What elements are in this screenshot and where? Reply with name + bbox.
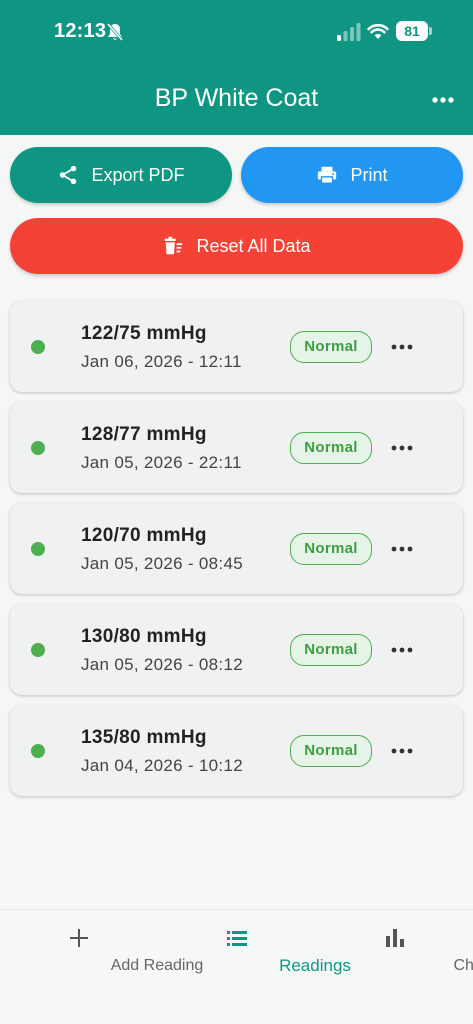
list-icon xyxy=(226,931,247,946)
battery-indicator: 81 xyxy=(396,21,432,41)
more-horizontal-icon[interactable] xyxy=(390,442,414,454)
reading-card[interactable]: 128/77 mmHg Jan 05, 2026 - 22:11 Normal xyxy=(10,402,463,493)
print-label: Print xyxy=(350,164,388,185)
status-dot xyxy=(31,643,45,657)
status-badge: Normal xyxy=(290,432,372,464)
trash-icon xyxy=(165,236,183,255)
tab-chart[interactable]: Chart xyxy=(316,910,473,990)
print-button[interactable]: Print xyxy=(241,147,463,203)
reading-date: Jan 06, 2026 - 12:11 xyxy=(81,352,242,371)
status-dot xyxy=(31,340,45,354)
bell-muted-icon xyxy=(106,23,124,41)
status-badge: Normal xyxy=(290,533,372,565)
printer-icon xyxy=(318,166,337,184)
more-horizontal-icon[interactable] xyxy=(430,90,456,110)
signal-icon xyxy=(337,23,361,41)
reading-value: 122/75 mmHg xyxy=(81,323,207,344)
plus-icon xyxy=(69,929,88,947)
reading-value: 120/70 mmHg xyxy=(81,525,207,546)
share-icon xyxy=(60,165,77,185)
status-badge: Normal xyxy=(290,634,372,666)
more-horizontal-icon[interactable] xyxy=(390,341,414,353)
status-dot xyxy=(31,744,45,758)
bottom-nav: Add Reading Readings Chart xyxy=(0,909,473,1024)
export-pdf-button[interactable]: Export PDF xyxy=(10,147,232,203)
reading-card[interactable]: 120/70 mmHg Jan 05, 2026 - 08:45 Normal xyxy=(10,503,463,594)
tab-chart-label: Chart xyxy=(453,957,473,974)
more-horizontal-icon[interactable] xyxy=(390,644,414,656)
status-bar: 12:13 81 xyxy=(0,0,473,64)
tab-add-reading[interactable]: Add Reading xyxy=(0,910,203,990)
status-dot xyxy=(31,542,45,556)
reading-date: Jan 05, 2026 - 08:12 xyxy=(81,655,243,674)
bar-chart-icon xyxy=(385,929,404,947)
reset-all-data-label: Reset All Data xyxy=(196,235,311,256)
status-time: 12:13 xyxy=(54,20,107,42)
reading-card[interactable]: 135/80 mmHg Jan 04, 2026 - 10:12 Normal xyxy=(10,705,463,796)
status-badge: Normal xyxy=(290,331,372,363)
battery-tip xyxy=(429,27,432,35)
readings-list: 122/75 mmHg Jan 06, 2026 - 12:11 Normal … xyxy=(10,301,463,806)
reading-date: Jan 05, 2026 - 08:45 xyxy=(81,554,243,573)
reading-card[interactable]: 130/80 mmHg Jan 05, 2026 - 08:12 Normal xyxy=(10,604,463,695)
reading-date: Jan 04, 2026 - 10:12 xyxy=(81,756,243,775)
status-dot xyxy=(31,441,45,455)
more-horizontal-icon[interactable] xyxy=(390,745,414,757)
reading-value: 135/80 mmHg xyxy=(81,727,207,748)
more-horizontal-icon[interactable] xyxy=(390,543,414,555)
page-title: BP White Coat xyxy=(154,84,319,112)
reading-card[interactable]: 122/75 mmHg Jan 06, 2026 - 12:11 Normal xyxy=(10,301,463,392)
reading-value: 130/80 mmHg xyxy=(81,626,207,647)
app-header: 12:13 81 BP White Coat xyxy=(0,0,473,135)
reset-all-data-button[interactable]: Reset All Data xyxy=(10,218,463,274)
export-pdf-label: Export PDF xyxy=(91,164,185,185)
reading-date: Jan 05, 2026 - 22:11 xyxy=(81,453,242,472)
status-badge: Normal xyxy=(290,735,372,767)
tab-readings[interactable]: Readings xyxy=(158,910,351,990)
wifi-icon xyxy=(367,23,389,39)
battery-level: 81 xyxy=(396,21,428,41)
reading-value: 128/77 mmHg xyxy=(81,424,207,445)
